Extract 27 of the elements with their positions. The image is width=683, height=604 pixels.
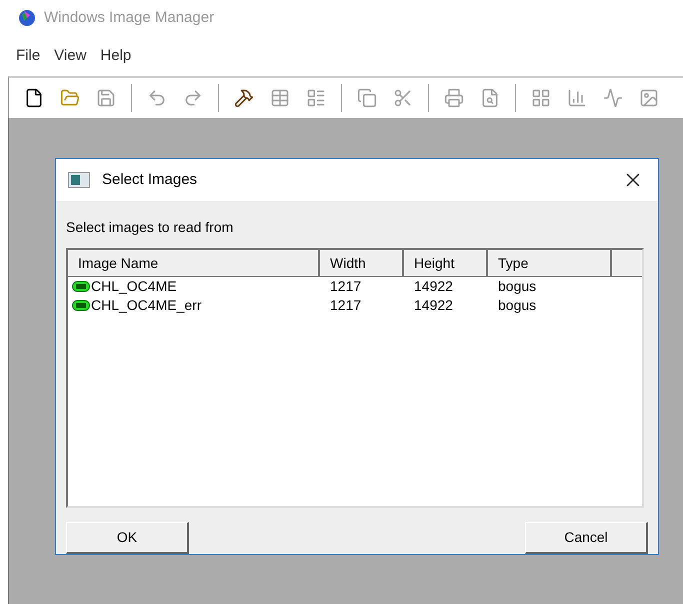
column-header[interactable]: Height: [404, 250, 488, 276]
table-cell-text: 1217: [329, 296, 362, 315]
image-row[interactable]: CHL_OC4ME_err 1217 14922 bogus: [68, 296, 642, 315]
dialog-button[interactable]: Cancel: [525, 522, 648, 554]
table-cell-text: CHL_OC4ME_err: [91, 296, 202, 315]
menu-item[interactable]: Help: [96, 44, 136, 68]
dialog-button[interactable]: OK: [66, 522, 189, 554]
table-cell-text: bogus: [497, 296, 538, 315]
file-badge-icon: [72, 300, 90, 311]
table-cell-text: 1217: [329, 277, 362, 296]
table-cell-text: 14922: [413, 296, 454, 315]
column-header[interactable]: Image Name: [68, 250, 320, 276]
globe-icon: [18, 9, 36, 27]
window-icon: [68, 172, 90, 188]
file-badge-icon: [72, 281, 90, 292]
table-cell-text: 14922: [413, 277, 454, 296]
dialog-title: Select Images: [102, 170, 198, 190]
column-header[interactable]: Type: [488, 250, 612, 276]
image-row[interactable]: CHL_OC4ME 1217 14922 bogus: [68, 277, 642, 296]
window-title: Windows Image Manager: [44, 8, 214, 28]
column-header[interactable]: Width: [320, 250, 404, 276]
prompt-text: Select images to read from: [66, 218, 234, 237]
table-cell-text: bogus: [497, 277, 538, 296]
table-cell-text: CHL_OC4ME: [91, 277, 177, 296]
menu-item[interactable]: File: [12, 44, 44, 68]
menu-item[interactable]: View: [50, 44, 90, 68]
column-header: [612, 250, 642, 276]
